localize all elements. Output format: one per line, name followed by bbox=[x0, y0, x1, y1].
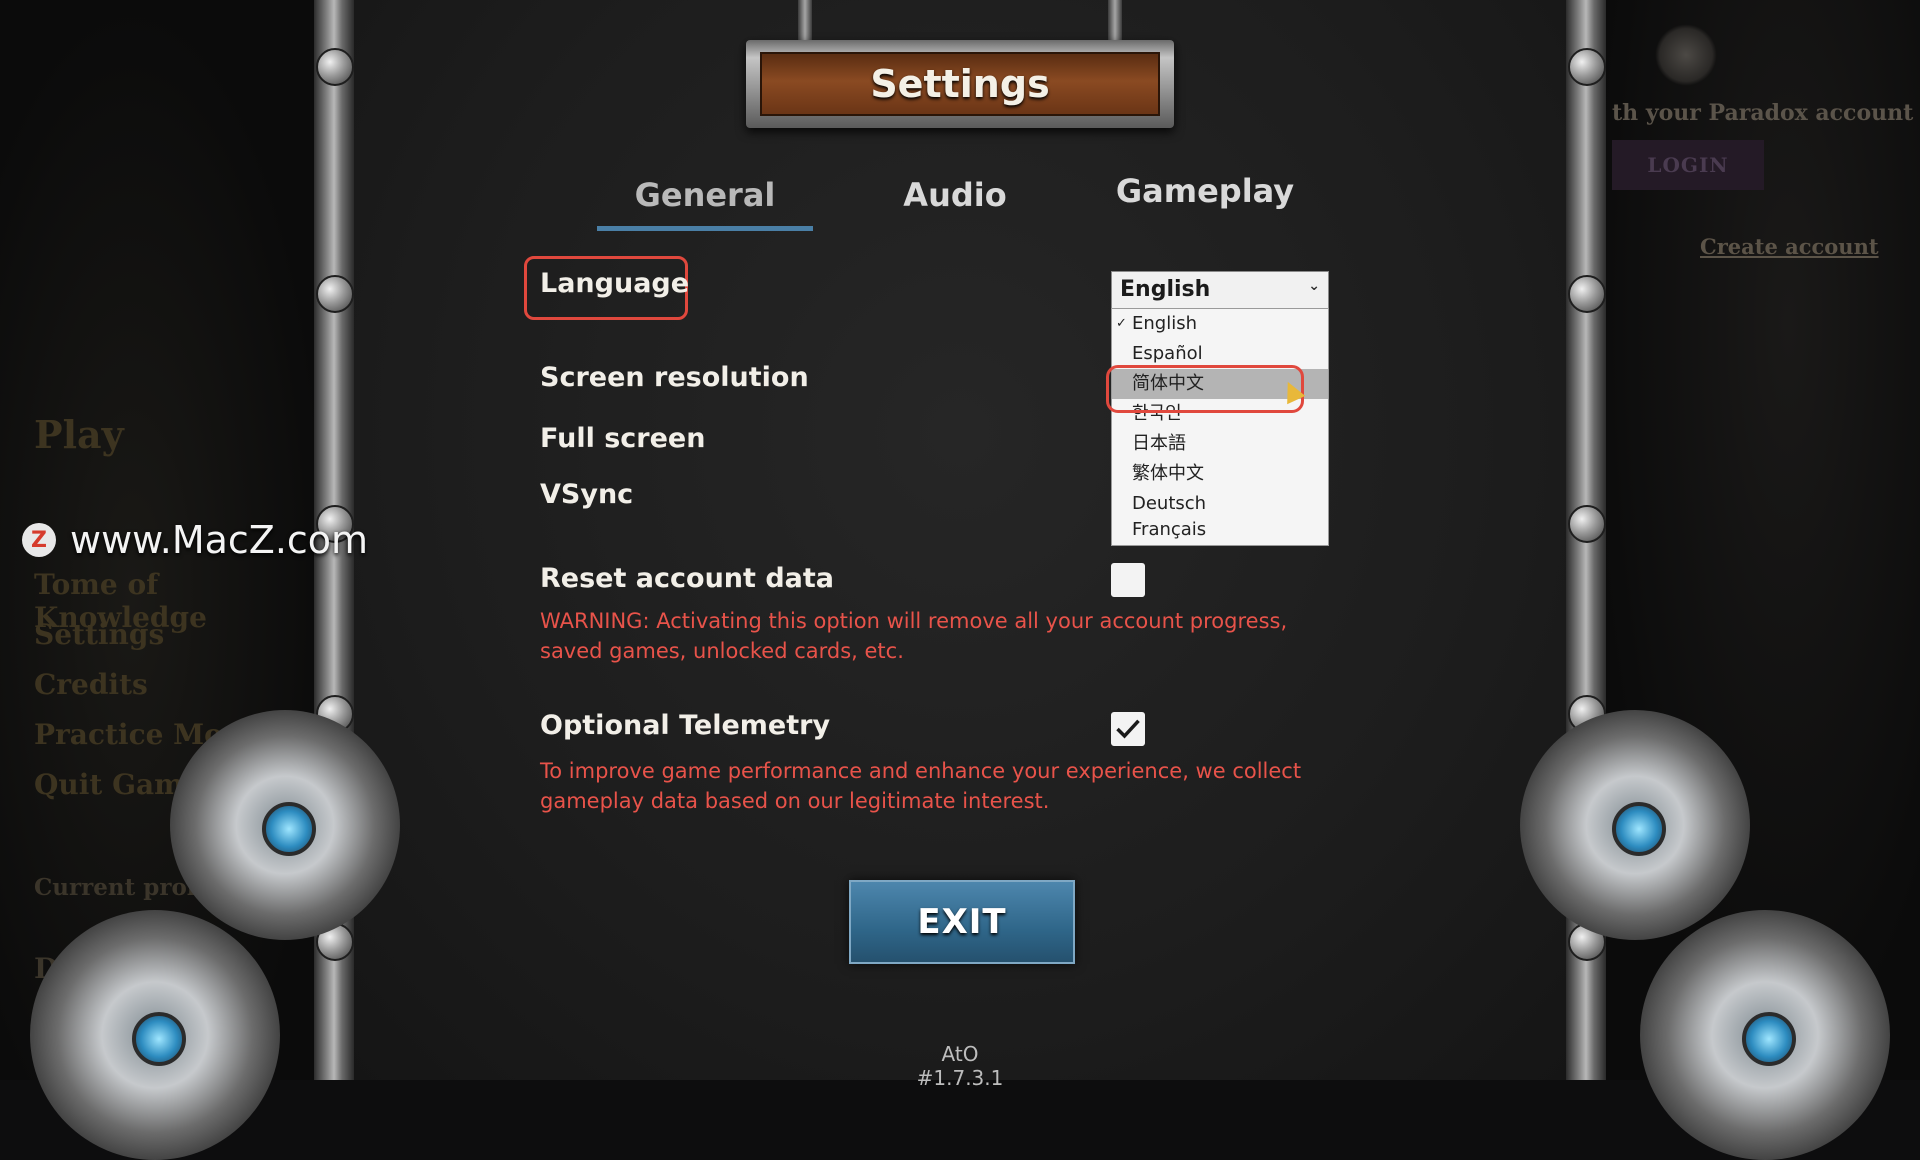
rivet-icon bbox=[1568, 275, 1606, 313]
tab-active-underline bbox=[597, 226, 813, 231]
menu-item-settings[interactable]: Settings bbox=[34, 618, 164, 651]
gear-icon bbox=[170, 710, 400, 940]
reset-account-checkbox[interactable] bbox=[1111, 563, 1145, 597]
tab-general[interactable]: General bbox=[597, 176, 813, 230]
rivet-icon bbox=[316, 48, 354, 86]
gear-icon bbox=[1640, 910, 1890, 1160]
option-highlight bbox=[1106, 365, 1304, 413]
menu-item-credits[interactable]: Credits bbox=[34, 668, 148, 701]
telemetry-label: Optional Telemetry bbox=[540, 710, 831, 741]
language-option-traditional-chinese[interactable]: 繁体中文 bbox=[1112, 459, 1328, 489]
checkmark-icon bbox=[1116, 719, 1140, 739]
rivet-icon bbox=[1568, 48, 1606, 86]
reset-account-label: Reset account data bbox=[540, 563, 834, 594]
tab-gameplay[interactable]: Gameplay bbox=[1100, 172, 1310, 226]
language-option-english[interactable]: ✓ English bbox=[1112, 309, 1328, 339]
watermark-text: www.MacZ.com bbox=[70, 518, 369, 562]
language-label: Language bbox=[540, 268, 690, 299]
sign-hanger bbox=[1108, 0, 1122, 40]
sign-hanger bbox=[798, 0, 812, 40]
paradox-logo-icon bbox=[1655, 24, 1717, 86]
watermark: Z www.MacZ.com bbox=[22, 518, 368, 562]
screen-resolution-label: Screen resolution bbox=[540, 362, 809, 393]
title-sign: Settings bbox=[746, 40, 1174, 128]
chevron-down-icon: ⌄ bbox=[1308, 278, 1320, 294]
telemetry-note-text: To improve game performance and enhance … bbox=[540, 759, 1302, 813]
check-icon: ✓ bbox=[1116, 316, 1127, 331]
macz-logo-icon: Z bbox=[22, 523, 56, 557]
gear-icon bbox=[1520, 710, 1750, 940]
telemetry-checkbox[interactable] bbox=[1111, 712, 1145, 746]
tab-audio[interactable]: Audio bbox=[855, 176, 1055, 230]
page-title: Settings bbox=[870, 62, 1050, 106]
login-button[interactable]: LOGIN bbox=[1612, 140, 1764, 190]
gear-icon bbox=[30, 910, 280, 1160]
full-screen-label: Full screen bbox=[540, 423, 706, 454]
language-dropdown[interactable]: English ⌄ bbox=[1111, 271, 1329, 309]
version-label: AtO #1.7.3.1 bbox=[916, 1042, 1004, 1090]
reset-warning-text: WARNING: Activating this option will rem… bbox=[540, 609, 1288, 663]
menu-play[interactable]: Play bbox=[34, 412, 124, 457]
create-account-link[interactable]: Create account bbox=[1700, 234, 1879, 259]
rivet-icon bbox=[316, 275, 354, 313]
paradox-account-text: th your Paradox account bbox=[1612, 100, 1914, 126]
language-option-japanese[interactable]: 日本語 bbox=[1112, 429, 1328, 459]
exit-button[interactable]: EXIT bbox=[849, 880, 1075, 964]
language-options-list: ✓ English Español 简体中文 한국인 日本語 繁体中文 Deuts… bbox=[1111, 308, 1329, 546]
vsync-label: VSync bbox=[540, 479, 634, 510]
language-selected-value: English bbox=[1120, 277, 1211, 302]
language-option-francais[interactable]: Français bbox=[1112, 515, 1328, 545]
rivet-icon bbox=[1568, 505, 1606, 543]
